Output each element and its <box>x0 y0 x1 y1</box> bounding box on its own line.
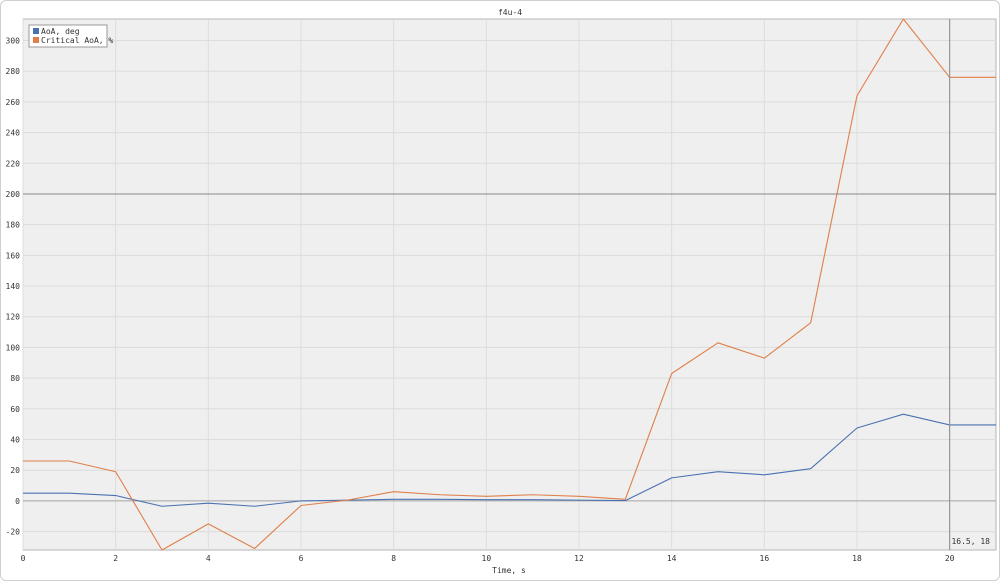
y-tick-label: 0 <box>15 497 20 506</box>
x-tick-label: 2 <box>113 554 118 563</box>
x-tick-label: 8 <box>391 554 396 563</box>
x-tick-label: 16 <box>760 554 770 563</box>
chart-title: f4u-4 <box>498 8 522 17</box>
chart-window: f4u-4 16.5, 18 -20 0 20 40 60 80 100 120 140 160 1… <box>0 0 1000 581</box>
y-axis-tick-labels: -20 0 20 40 60 80 100 120 140 160 180 200 220 240 260 2… <box>6 36 21 536</box>
y-tick-label: 280 <box>6 67 21 76</box>
legend-swatch <box>33 37 39 43</box>
y-tick-label: 100 <box>6 343 21 352</box>
y-tick-label: 220 <box>6 159 21 168</box>
y-tick-label: 140 <box>6 282 21 291</box>
legend-swatch <box>33 28 39 34</box>
chart-svg: f4u-4 16.5, 18 -200204060801001201401601… <box>6 8 997 575</box>
crosshair-value-label: 16.5, 18 <box>951 537 990 546</box>
y-tick-label: 160 <box>6 251 21 260</box>
legend-label: AoA, deg <box>41 27 80 36</box>
y-tick-label: 180 <box>6 221 21 230</box>
y-tick-label: 200 <box>6 190 21 199</box>
x-tick-label: 14 <box>667 554 677 563</box>
x-tick-label: 18 <box>852 554 862 563</box>
y-tick-label: 20 <box>10 466 20 475</box>
y-tick-label: -20 <box>6 528 21 537</box>
x-tick-label: 0 <box>21 554 26 563</box>
x-axis-label: Time, s <box>492 566 526 575</box>
x-tick-label: 20 <box>945 554 955 563</box>
x-axis-tick-labels: 0 2 4 6 8 10 12 14 16 18 20 <box>21 554 955 563</box>
y-tick-label: 80 <box>10 374 20 383</box>
x-tick-label: 10 <box>482 554 492 563</box>
y-tick-label: 60 <box>10 405 20 414</box>
y-tick-label: 260 <box>6 98 21 107</box>
y-tick-label: 120 <box>6 313 21 322</box>
y-tick-label: 240 <box>6 129 21 138</box>
x-tick-label: 4 <box>206 554 211 563</box>
x-tick-label: 6 <box>299 554 304 563</box>
legend-label: Critical AoA, % <box>41 36 113 45</box>
y-tick-label: 40 <box>10 436 20 445</box>
x-tick-label: 12 <box>574 554 584 563</box>
y-tick-label: 300 <box>6 36 21 45</box>
legend[interactable]: AoA, degCritical AoA, % <box>28 24 113 48</box>
